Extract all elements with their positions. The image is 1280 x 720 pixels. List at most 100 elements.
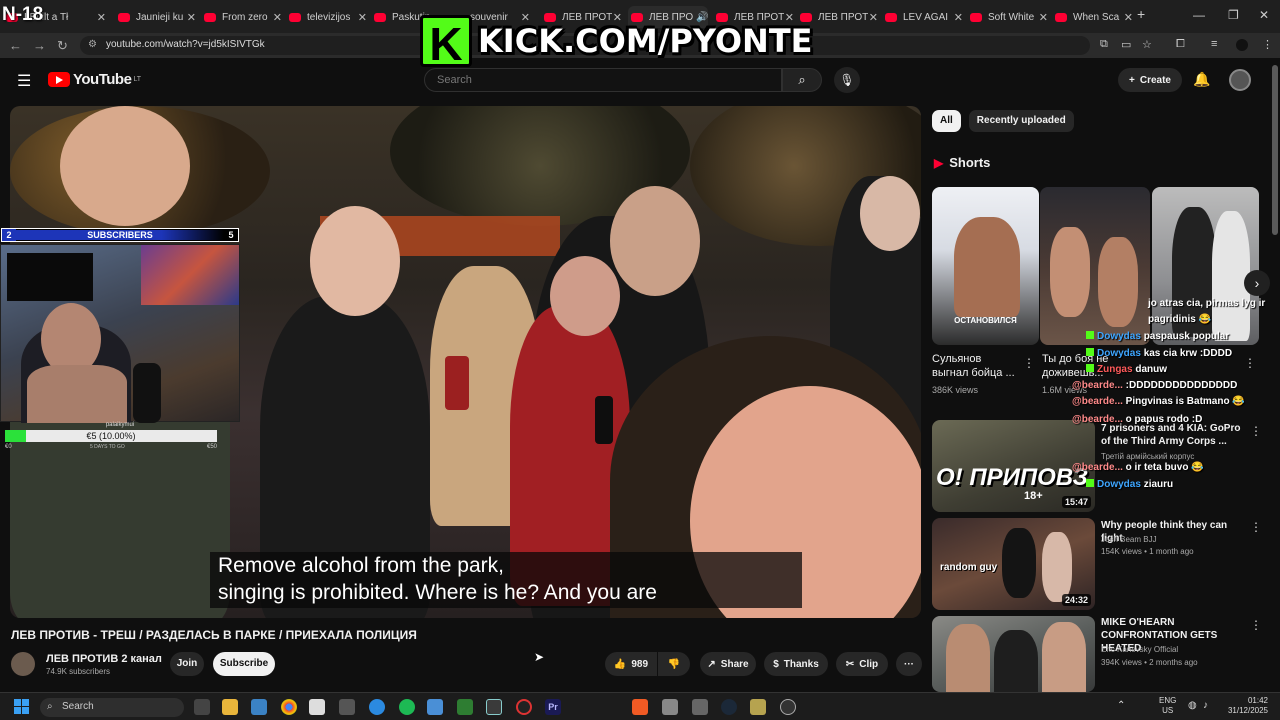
video-channel[interactable]: Josh Beam BJJ <box>1101 535 1157 544</box>
file-explorer-icon[interactable] <box>222 699 238 715</box>
store-icon[interactable] <box>251 699 267 715</box>
cast-icon[interactable]: ▭ <box>1121 38 1131 51</box>
share-icon: ↗ <box>707 658 716 670</box>
notepad-icon[interactable] <box>309 699 325 715</box>
more-actions-button[interactable]: ··· <box>896 652 922 676</box>
browser-tab[interactable]: From zero ✕ <box>204 6 282 28</box>
chrome-icon[interactable] <box>281 699 297 715</box>
clip-button[interactable]: ✂ Clip <box>836 652 888 676</box>
browser-tab[interactable]: When Sca ✕ <box>1055 6 1133 28</box>
restore-icon[interactable]: ❐ <box>1228 8 1239 22</box>
new-tab-button[interactable]: + <box>1137 6 1145 22</box>
system-clock[interactable]: 01:42 31/12/2025 <box>1222 696 1268 716</box>
browser-menu-icon[interactable]: ⋮ <box>1262 38 1273 51</box>
video-thumbnail[interactable] <box>932 616 1095 692</box>
app-icon[interactable] <box>750 699 766 715</box>
browser-tab[interactable]: televizijos ✕ <box>289 6 367 28</box>
spotify-icon[interactable] <box>399 699 415 715</box>
bookmark-star-icon[interactable]: ☆ <box>1142 38 1152 51</box>
site-info-icon[interactable]: ⚙ <box>88 39 97 50</box>
notifications-bell-icon[interactable]: 🔔 <box>1193 71 1210 88</box>
search-input[interactable]: Search <box>424 68 782 92</box>
share-button[interactable]: ↗ Share <box>700 652 756 676</box>
close-tab-icon[interactable]: ✕ <box>869 11 878 24</box>
task-view-icon[interactable] <box>194 699 210 715</box>
close-tab-icon[interactable]: ✕ <box>273 11 282 24</box>
forward-icon[interactable]: → <box>33 38 46 53</box>
chip-all[interactable]: All <box>932 110 961 132</box>
close-tab-icon[interactable]: ✕ <box>1124 11 1133 24</box>
video-thumbnail[interactable]: random guy 24:32 <box>932 518 1095 610</box>
youtube-favicon-icon <box>374 12 386 22</box>
back-icon[interactable]: ← <box>9 38 22 53</box>
brave-icon[interactable] <box>632 699 648 715</box>
photos-icon[interactable] <box>427 699 443 715</box>
short-title[interactable]: Сульянов выгнал бойца ... <box>932 352 1020 380</box>
closed-captions: Remove alcohol from the park, singing is… <box>210 552 802 608</box>
windows-start-icon[interactable] <box>14 699 30 715</box>
app-icon[interactable] <box>662 699 678 715</box>
channel-name[interactable]: ЛЕВ ПРОТИВ 2 канал <box>46 653 162 665</box>
edge-icon[interactable] <box>369 699 385 715</box>
volume-icon[interactable]: ♪ <box>1203 700 1208 711</box>
video-channel[interactable]: Третій армійський корпус <box>1101 452 1194 461</box>
join-button[interactable]: Join <box>170 652 204 676</box>
app-icon[interactable] <box>339 699 355 715</box>
browser-tab[interactable]: Jaunieji ku ✕ <box>118 6 196 28</box>
browser-tab[interactable]: Soft White ✕ <box>970 6 1048 28</box>
short-more-icon[interactable]: ⋮ <box>1244 356 1256 370</box>
account-avatar[interactable] <box>1229 69 1251 91</box>
page-scrollbar[interactable] <box>1272 65 1278 235</box>
thanks-button[interactable]: $ Thanks <box>764 652 828 676</box>
profile-icon[interactable] <box>1236 39 1248 51</box>
premiere-icon[interactable]: Pr <box>545 699 561 715</box>
close-tab-icon[interactable]: ✕ <box>97 11 106 24</box>
video-more-icon[interactable]: ⋮ <box>1250 520 1262 534</box>
close-tab-icon[interactable]: ✕ <box>187 11 196 24</box>
taskbar-search-input[interactable]: ⌕ Search <box>40 698 184 717</box>
video-channel[interactable]: Eric Kanevsky Official <box>1101 645 1178 654</box>
app-icon[interactable] <box>780 699 796 715</box>
close-tab-icon[interactable]: ✕ <box>1039 11 1048 24</box>
search-button[interactable]: ⌕ <box>782 68 822 92</box>
channel-avatar[interactable] <box>11 652 35 676</box>
steam-icon[interactable] <box>721 699 737 715</box>
chat-user: @bearde... <box>1072 380 1123 391</box>
create-button[interactable]: + Create <box>1118 68 1182 92</box>
short-card[interactable] <box>1040 187 1150 345</box>
browser-tab[interactable]: LEV AGAI ✕ <box>885 6 963 28</box>
donation-goal-min: €0 <box>5 444 12 450</box>
network-icon[interactable]: ◍ <box>1188 700 1197 711</box>
app-icon[interactable] <box>457 699 473 715</box>
obs-icon[interactable] <box>516 699 532 715</box>
short-card[interactable]: ОСТАНОВИЛСЯ <box>932 187 1039 345</box>
video-more-icon[interactable]: ⋮ <box>1250 424 1262 438</box>
dislike-button[interactable]: 👎 <box>658 652 690 676</box>
chip-recently-uploaded[interactable]: Recently uploaded <box>968 110 1074 132</box>
thumbs-down-icon: 👎 <box>667 658 681 670</box>
shorts-next-arrow-icon[interactable]: › <box>1244 270 1270 296</box>
close-window-icon[interactable]: ✕ <box>1259 8 1269 22</box>
menu-hamburger-icon[interactable]: ☰ <box>17 71 31 91</box>
like-button[interactable]: 👍 989 <box>605 652 657 676</box>
youtube-logo[interactable]: YouTube LT <box>48 71 141 88</box>
minimize-icon[interactable]: — <box>1193 8 1205 22</box>
close-tab-icon[interactable]: ✕ <box>358 11 367 24</box>
media-control-icon[interactable]: ≡ <box>1211 38 1217 50</box>
short-more-icon[interactable]: ⋮ <box>1023 356 1035 370</box>
video-more-icon[interactable]: ⋮ <box>1250 618 1262 632</box>
app-icon[interactable] <box>692 699 708 715</box>
reload-icon[interactable]: ↻ <box>57 38 68 54</box>
chat-text: danuw <box>1135 364 1168 375</box>
video-thumbnail[interactable]: О! ПРИПОВЗ 18+ 15:47 <box>932 420 1095 512</box>
streamer-name: palaikymui <box>105 422 135 428</box>
close-tab-icon[interactable]: ✕ <box>954 11 963 24</box>
language-indicator[interactable]: ENG US <box>1159 696 1176 716</box>
voice-search-button[interactable]: 🎙 <box>834 67 860 93</box>
extensions-icon[interactable]: ⧠ <box>1176 38 1185 51</box>
translate-icon[interactable]: ⧉ <box>1100 38 1108 51</box>
tray-overflow-icon[interactable]: ⌃ <box>1117 700 1125 711</box>
video-title[interactable]: 7 prisoners and 4 KIA: GoPro of the Thir… <box>1101 422 1243 448</box>
subscribe-button[interactable]: Subscribe <box>213 652 275 676</box>
app-icon[interactable] <box>486 699 502 715</box>
